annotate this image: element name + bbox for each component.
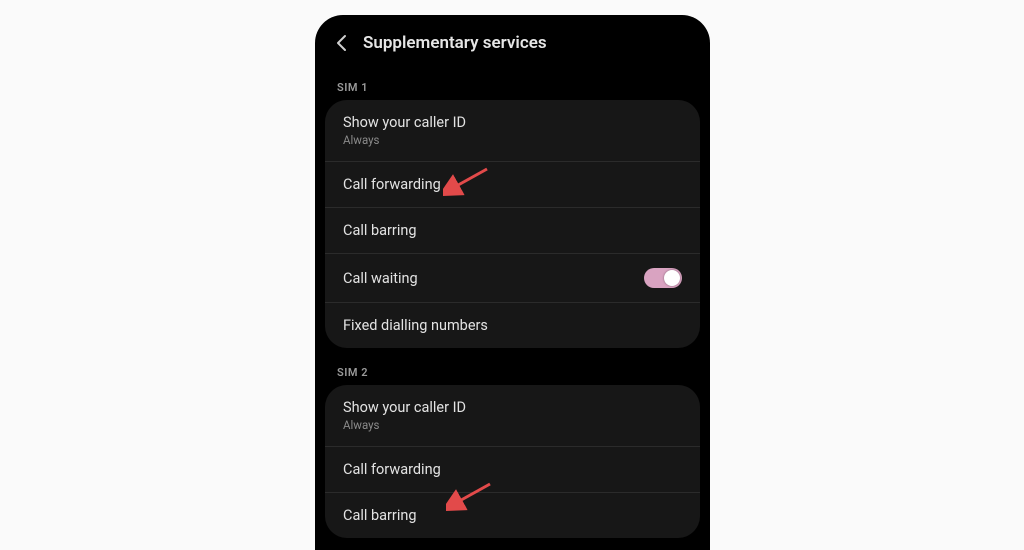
card-sim1: Show your caller ID Always Call forwardi… — [325, 100, 700, 348]
row-title: Fixed dialling numbers — [343, 317, 682, 334]
row-title: Call forwarding — [343, 461, 682, 478]
section-label-sim1: SIM 1 — [315, 63, 710, 100]
row-subtitle: Always — [343, 133, 682, 147]
row-call-waiting-sim1[interactable]: Call waiting — [325, 254, 700, 303]
row-subtitle: Always — [343, 418, 682, 432]
row-caller-id-sim2[interactable]: Show your caller ID Always — [325, 385, 700, 447]
toggle-call-waiting[interactable] — [644, 268, 682, 288]
row-call-barring-sim2[interactable]: Call barring — [325, 493, 700, 538]
row-call-barring-sim1[interactable]: Call barring — [325, 208, 700, 254]
row-title: Call waiting — [343, 270, 644, 287]
page-title: Supplementary services — [363, 33, 547, 53]
row-title: Show your caller ID — [343, 399, 682, 416]
row-title: Call forwarding — [343, 176, 682, 193]
card-sim2: Show your caller ID Always Call forwardi… — [325, 385, 700, 538]
row-caller-id-sim1[interactable]: Show your caller ID Always — [325, 100, 700, 162]
row-call-forwarding-sim1[interactable]: Call forwarding — [325, 162, 700, 208]
row-title: Show your caller ID — [343, 114, 682, 131]
row-title: Call barring — [343, 222, 682, 239]
row-call-forwarding-sim2[interactable]: Call forwarding — [325, 447, 700, 493]
header: Supplementary services — [315, 15, 710, 63]
row-title: Call barring — [343, 507, 682, 524]
settings-screen: Supplementary services SIM 1 Show your c… — [315, 15, 710, 550]
row-fixed-dialling-sim1[interactable]: Fixed dialling numbers — [325, 303, 700, 348]
back-icon[interactable] — [333, 34, 351, 52]
section-label-sim2: SIM 2 — [315, 348, 710, 385]
